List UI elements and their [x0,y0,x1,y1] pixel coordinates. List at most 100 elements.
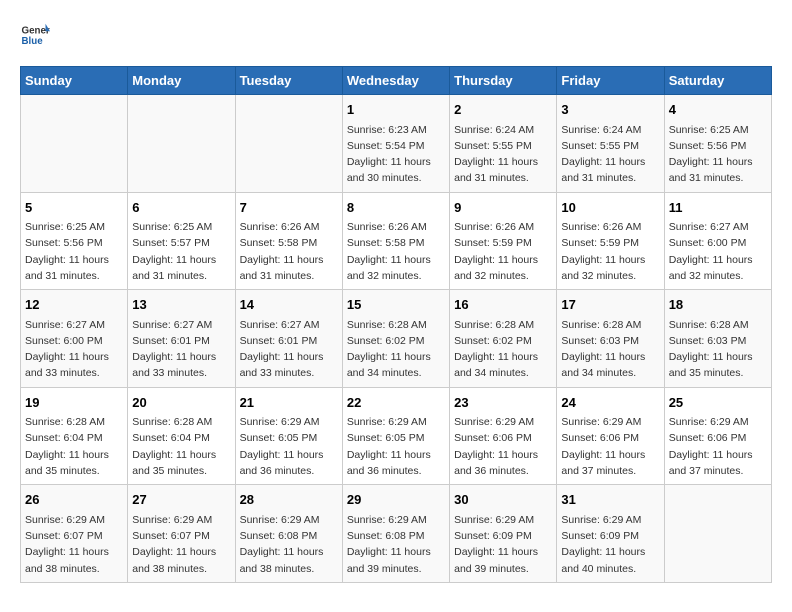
day-info: Sunrise: 6:28 AM Sunset: 6:04 PM Dayligh… [132,414,230,479]
day-info: Sunrise: 6:29 AM Sunset: 6:06 PM Dayligh… [561,414,659,479]
day-info: Sunrise: 6:23 AM Sunset: 5:54 PM Dayligh… [347,122,445,187]
calendar-cell: 14Sunrise: 6:27 AM Sunset: 6:01 PM Dayli… [235,290,342,388]
calendar-cell: 24Sunrise: 6:29 AM Sunset: 6:06 PM Dayli… [557,387,664,485]
day-info: Sunrise: 6:29 AM Sunset: 6:07 PM Dayligh… [25,512,123,577]
day-number: 30 [454,490,552,510]
day-info: Sunrise: 6:27 AM Sunset: 6:01 PM Dayligh… [132,317,230,382]
weekday-header-wednesday: Wednesday [342,67,449,95]
day-info: Sunrise: 6:29 AM Sunset: 6:08 PM Dayligh… [347,512,445,577]
calendar-week-4: 19 Sunrise: 6:28 AM Sunset: 6:04 PM Dayli… [21,387,772,485]
calendar-cell: 1Sunrise: 6:23 AM Sunset: 5:54 PM Daylig… [342,95,449,193]
day-number: 4 [669,100,767,120]
day-number: 7 [240,198,338,218]
day-info: Sunrise: 6:28 AM Sunset: 6:02 PM Dayligh… [454,317,552,382]
calendar-cell: 29Sunrise: 6:29 AM Sunset: 6:08 PM Dayli… [342,485,449,583]
day-number: 28 [240,490,338,510]
calendar-cell: 25Sunrise: 6:29 AM Sunset: 6:06 PM Dayli… [664,387,771,485]
calendar-cell: 6Sunrise: 6:25 AM Sunset: 5:57 PM Daylig… [128,192,235,290]
calendar-cell: 15Sunrise: 6:28 AM Sunset: 6:02 PM Dayli… [342,290,449,388]
weekday-header-friday: Friday [557,67,664,95]
calendar-cell: 11Sunrise: 6:27 AM Sunset: 6:00 PM Dayli… [664,192,771,290]
day-number: 31 [561,490,659,510]
calendar-cell: 31Sunrise: 6:29 AM Sunset: 6:09 PM Dayli… [557,485,664,583]
day-info: Sunrise: 6:28 AM Sunset: 6:03 PM Dayligh… [669,317,767,382]
day-info: Sunrise: 6:27 AM Sunset: 6:00 PM Dayligh… [669,219,767,284]
day-info: Sunrise: 6:25 AM Sunset: 5:57 PM Dayligh… [132,219,230,284]
day-info: Sunrise: 6:28 AM Sunset: 6:02 PM Dayligh… [347,317,445,382]
day-number: 24 [561,393,659,413]
day-number: 23 [454,393,552,413]
day-number: 2 [454,100,552,120]
page-header: General Blue [20,20,772,50]
calendar-cell: 20Sunrise: 6:28 AM Sunset: 6:04 PM Dayli… [128,387,235,485]
calendar-cell: 28Sunrise: 6:29 AM Sunset: 6:08 PM Dayli… [235,485,342,583]
day-number: 13 [132,295,230,315]
day-info: Sunrise: 6:25 AM Sunset: 5:56 PM Dayligh… [25,219,123,284]
calendar-cell: 19Sunrise: 6:28 AM Sunset: 6:04 PM Dayli… [21,387,128,485]
calendar-cell: 18Sunrise: 6:28 AM Sunset: 6:03 PM Dayli… [664,290,771,388]
day-number: 20 [132,393,230,413]
calendar-cell: 22Sunrise: 6:29 AM Sunset: 6:05 PM Dayli… [342,387,449,485]
svg-text:Blue: Blue [22,36,44,47]
day-number: 26 [25,490,123,510]
day-number: 29 [347,490,445,510]
day-number: 6 [132,198,230,218]
calendar-week-5: 26Sunrise: 6:29 AM Sunset: 6:07 PM Dayli… [21,485,772,583]
calendar-cell: 23Sunrise: 6:29 AM Sunset: 6:06 PM Dayli… [450,387,557,485]
calendar-week-3: 12Sunrise: 6:27 AM Sunset: 6:00 PM Dayli… [21,290,772,388]
day-number: 10 [561,198,659,218]
day-info: Sunrise: 6:24 AM Sunset: 5:55 PM Dayligh… [561,122,659,187]
weekday-header-sunday: Sunday [21,67,128,95]
day-info: Sunrise: 6:26 AM Sunset: 5:59 PM Dayligh… [561,219,659,284]
day-info: Sunrise: 6:29 AM Sunset: 6:08 PM Dayligh… [240,512,338,577]
day-number: 16 [454,295,552,315]
calendar-cell: 9Sunrise: 6:26 AM Sunset: 5:59 PM Daylig… [450,192,557,290]
weekday-header-thursday: Thursday [450,67,557,95]
calendar-cell: 16Sunrise: 6:28 AM Sunset: 6:02 PM Dayli… [450,290,557,388]
calendar-header: SundayMondayTuesdayWednesdayThursdayFrid… [21,67,772,95]
day-info: Sunrise: 6:29 AM Sunset: 6:09 PM Dayligh… [561,512,659,577]
calendar-week-1: 1Sunrise: 6:23 AM Sunset: 5:54 PM Daylig… [21,95,772,193]
day-number: 17 [561,295,659,315]
day-number: 5 [25,198,123,218]
day-number: 8 [347,198,445,218]
calendar-table: SundayMondayTuesdayWednesdayThursdayFrid… [20,66,772,583]
calendar-cell: 10Sunrise: 6:26 AM Sunset: 5:59 PM Dayli… [557,192,664,290]
calendar-cell: 21Sunrise: 6:29 AM Sunset: 6:05 PM Dayli… [235,387,342,485]
day-info: Sunrise: 6:29 AM Sunset: 6:05 PM Dayligh… [347,414,445,479]
weekday-header-tuesday: Tuesday [235,67,342,95]
day-info: Sunrise: 6:29 AM Sunset: 6:09 PM Dayligh… [454,512,552,577]
day-number: 3 [561,100,659,120]
day-info: Sunrise: 6:27 AM Sunset: 6:00 PM Dayligh… [25,317,123,382]
calendar-cell: 17Sunrise: 6:28 AM Sunset: 6:03 PM Dayli… [557,290,664,388]
calendar-cell: 26Sunrise: 6:29 AM Sunset: 6:07 PM Dayli… [21,485,128,583]
day-info: Sunrise: 6:29 AM Sunset: 6:06 PM Dayligh… [669,414,767,479]
weekday-header-saturday: Saturday [664,67,771,95]
day-info: Sunrise: 6:29 AM Sunset: 6:06 PM Dayligh… [454,414,552,479]
day-info: Sunrise: 6:26 AM Sunset: 5:59 PM Dayligh… [454,219,552,284]
day-number: 18 [669,295,767,315]
calendar-cell: 8Sunrise: 6:26 AM Sunset: 5:58 PM Daylig… [342,192,449,290]
logo: General Blue [20,20,55,50]
day-number: 19 [25,393,123,413]
weekday-header-monday: Monday [128,67,235,95]
calendar-cell: 30Sunrise: 6:29 AM Sunset: 6:09 PM Dayli… [450,485,557,583]
day-number: 11 [669,198,767,218]
calendar-cell: 3Sunrise: 6:24 AM Sunset: 5:55 PM Daylig… [557,95,664,193]
calendar-week-2: 5Sunrise: 6:25 AM Sunset: 5:56 PM Daylig… [21,192,772,290]
day-info: Sunrise: 6:29 AM Sunset: 6:05 PM Dayligh… [240,414,338,479]
day-info: Sunrise: 6:24 AM Sunset: 5:55 PM Dayligh… [454,122,552,187]
calendar-cell [664,485,771,583]
day-info: Sunrise: 6:29 AM Sunset: 6:07 PM Dayligh… [132,512,230,577]
day-info: Sunrise: 6:25 AM Sunset: 5:56 PM Dayligh… [669,122,767,187]
calendar-cell [21,95,128,193]
calendar-cell: 2Sunrise: 6:24 AM Sunset: 5:55 PM Daylig… [450,95,557,193]
calendar-cell: 12Sunrise: 6:27 AM Sunset: 6:00 PM Dayli… [21,290,128,388]
day-number: 21 [240,393,338,413]
day-number: 14 [240,295,338,315]
calendar-cell: 13Sunrise: 6:27 AM Sunset: 6:01 PM Dayli… [128,290,235,388]
day-number: 15 [347,295,445,315]
day-info: Sunrise: 6:28 AM Sunset: 6:03 PM Dayligh… [561,317,659,382]
calendar-cell: 4Sunrise: 6:25 AM Sunset: 5:56 PM Daylig… [664,95,771,193]
day-info: Sunrise: 6:26 AM Sunset: 5:58 PM Dayligh… [240,219,338,284]
